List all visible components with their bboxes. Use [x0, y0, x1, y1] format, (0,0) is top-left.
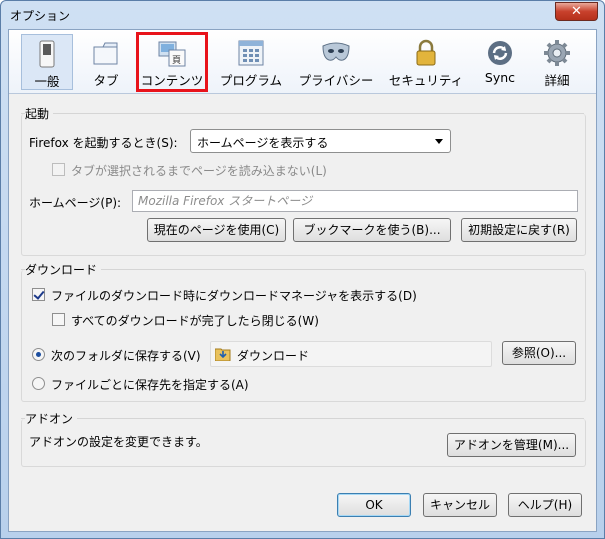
gear-icon: [544, 40, 570, 66]
window-title: オプション: [10, 9, 71, 23]
tab-general[interactable]: 一般: [21, 34, 73, 90]
startup-when-label: Firefox を起動するとき(S):: [29, 136, 178, 150]
tab-sync[interactable]: Sync: [474, 34, 526, 90]
save-to-folder-radio[interactable]: [32, 348, 45, 361]
ok-button[interactable]: OK: [337, 493, 411, 517]
sync-icon: [488, 41, 512, 65]
always-ask-radio[interactable]: [32, 377, 45, 390]
startup-combo-value: ホームページを表示する: [197, 136, 329, 150]
tab-tabs[interactable]: タブ: [81, 34, 131, 90]
dont-load-tabs-label: タブが選択されるまでページを読み込まない(L): [71, 164, 327, 178]
options-client-area: 一般 タブ 頁 コンテンツ プログラム プライバシー セキュリティ Sync 詳…: [8, 29, 597, 532]
tab-icon: [93, 42, 118, 65]
content-icon: 頁: [158, 41, 186, 67]
options-window: オプション ✕ 一般 タブ 頁 コンテンツ プログラム プライバシー セキュリテ…: [0, 0, 605, 539]
close-when-done-label: すべてのダウンロードが完了したら閉じる(W): [71, 314, 319, 328]
pane-toolbar: 一般 タブ 頁 コンテンツ プログラム プライバシー セキュリティ Sync 詳…: [9, 30, 596, 94]
help-button[interactable]: ヘルプ(H): [508, 493, 582, 517]
show-download-manager-label: ファイルのダウンロード時にダウンロードマネージャを表示する(D): [51, 289, 417, 303]
padlock-icon: [416, 39, 436, 66]
save-to-folder-label: 次のフォルダに保存する(V): [51, 349, 201, 363]
tab-privacy-label: プライバシー: [298, 73, 374, 88]
manage-addons-button[interactable]: アドオンを管理(M)...: [447, 433, 576, 457]
tab-sync-label: Sync: [484, 70, 516, 85]
tab-general-label: 一般: [34, 74, 60, 89]
tab-security[interactable]: セキュリティ: [385, 34, 467, 90]
homepage-input[interactable]: [138, 194, 572, 208]
homepage-label: ホームページ(P):: [29, 196, 122, 210]
show-download-manager-checkbox[interactable]: [32, 288, 45, 301]
browse-button[interactable]: 参照(O)...: [502, 341, 576, 365]
addons-description: アドオンの設定を変更できます。: [29, 435, 208, 449]
tab-content-label: コンテンツ: [140, 73, 204, 88]
tab-privacy[interactable]: プライバシー: [295, 34, 377, 90]
tab-security-label: セキュリティ: [388, 73, 464, 88]
restore-default-button[interactable]: 初期設定に戻す(R): [461, 218, 577, 242]
tab-tabs-label: タブ: [93, 73, 119, 88]
download-folder-field: ダウンロード: [210, 341, 492, 367]
download-folder-icon: [215, 348, 231, 361]
tab-applications-label: プログラム: [219, 73, 283, 88]
use-bookmark-button[interactable]: ブックマークを使う(B)...: [293, 218, 451, 242]
close-button[interactable]: ✕: [555, 2, 598, 21]
dont-load-tabs-checkbox[interactable]: [52, 163, 65, 176]
tab-applications[interactable]: プログラム: [214, 34, 288, 90]
homepage-field[interactable]: [132, 190, 578, 212]
startup-combo[interactable]: ホームページを表示する: [190, 129, 451, 153]
use-current-page-button[interactable]: 現在のページを使用(C): [147, 218, 286, 242]
close-when-done-checkbox[interactable]: [52, 313, 65, 326]
tab-advanced[interactable]: 詳細: [531, 34, 583, 90]
cancel-button[interactable]: キャンセル: [423, 493, 497, 517]
switch-icon: [39, 40, 55, 68]
mask-icon: [322, 42, 350, 61]
title-bar: オプション ✕: [1, 1, 604, 29]
tab-advanced-label: 詳細: [544, 73, 570, 88]
tab-content[interactable]: 頁 コンテンツ: [136, 32, 208, 92]
always-ask-label: ファイルごとに保存先を指定する(A): [51, 378, 249, 392]
download-folder-name: ダウンロード: [237, 349, 310, 363]
chevron-down-icon: [435, 139, 443, 144]
svg-text:頁: 頁: [172, 55, 181, 66]
applications-icon: [238, 40, 264, 66]
